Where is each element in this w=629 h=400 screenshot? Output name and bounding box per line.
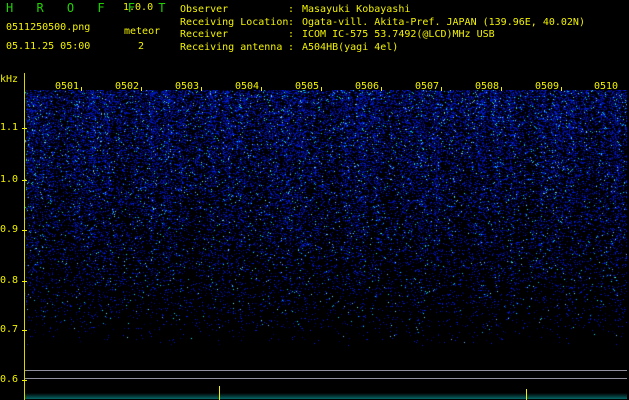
colon: :: [288, 41, 295, 53]
y-tick: [22, 330, 27, 331]
y-tick: [22, 128, 27, 129]
y-tick: [22, 380, 27, 381]
antenna-key: Receiving antenna: [180, 41, 283, 53]
datetime-label: 05.11.25 05:00: [6, 41, 91, 52]
y-label-1.0: 1.0: [0, 174, 19, 185]
x-tick: [141, 87, 142, 91]
x-label-0508: 0508: [475, 81, 500, 92]
location-key: Receiving Location: [180, 16, 289, 28]
x-tick: [381, 87, 382, 91]
colon: :: [288, 4, 295, 15]
x-tick: [561, 87, 562, 91]
x-label-0510: 0510: [594, 81, 619, 92]
y-label-0.6: 0.6: [0, 374, 19, 385]
x-tick: [261, 87, 262, 91]
x-label-0505: 0505: [295, 81, 320, 92]
y-label-1.1: 1.1: [0, 122, 19, 133]
x-tick: [321, 87, 322, 91]
antenna-value: A504HB(yagi 4el): [302, 41, 399, 53]
x-label-0503: 0503: [175, 81, 200, 92]
x-label-0502: 0502: [115, 81, 140, 92]
x-tick: [441, 87, 442, 91]
receiver-row: Receiver: ICOM IC-575 53.7492(@LCD)MHz US…: [180, 29, 585, 42]
observer-row: Observer: Masayuki Kobayashi: [180, 4, 585, 17]
x-label-0504: 0504: [235, 81, 260, 92]
colon: :: [288, 16, 295, 28]
receiver-key: Receiver: [180, 29, 229, 40]
noise-baseline: [25, 393, 627, 399]
y-label-0.8: 0.8: [0, 275, 19, 286]
y-label-0.7: 0.7: [0, 324, 19, 335]
location-row: Receiving Location: Ogata-vill. Akita-Pre…: [180, 17, 585, 30]
x-label-0501: 0501: [55, 81, 80, 92]
y-tick: [22, 281, 27, 282]
station-info: Observer: Masayuki Kobayashi Receiving Lo…: [180, 4, 585, 54]
observer-value: Masayuki Kobayashi: [302, 4, 411, 15]
reference-line: [25, 370, 627, 371]
x-tick: [201, 87, 202, 91]
receiver-value: ICOM IC-575 53.7492(@LCD)MHz USB: [302, 29, 495, 40]
antenna-row: Receiving antenna: A504HB(yagi 4el): [180, 42, 585, 55]
x-label-0506: 0506: [355, 81, 380, 92]
y-tick: [22, 180, 27, 181]
spectrogram-panel: kHz 1.1 1.0 0.9 0.8 0.7 0.6 0501 0502 05…: [0, 73, 629, 400]
colon: :: [288, 29, 295, 40]
x-label-0509: 0509: [535, 81, 560, 92]
y-tick: [22, 230, 27, 231]
spectrogram-canvas: [25, 90, 627, 385]
location-value: Ogata-vill. Akita-Pref. JAPAN (139.96E, …: [302, 16, 585, 28]
version-label: 1.0.0: [123, 2, 154, 13]
meteor-echo-marker: [526, 389, 527, 400]
y-unit-label: kHz: [0, 74, 19, 85]
observer-key: Observer: [180, 4, 229, 15]
x-label-0507: 0507: [415, 81, 440, 92]
y-label-0.9: 0.9: [0, 224, 19, 235]
filename-label: 0511250500.png: [6, 22, 91, 33]
meteor-count: 2: [138, 41, 145, 52]
meteor-label: meteor: [124, 26, 161, 37]
meteor-echo-marker: [219, 386, 220, 400]
x-tick: [81, 87, 82, 91]
x-tick: [501, 87, 502, 91]
reference-line: [25, 378, 627, 379]
